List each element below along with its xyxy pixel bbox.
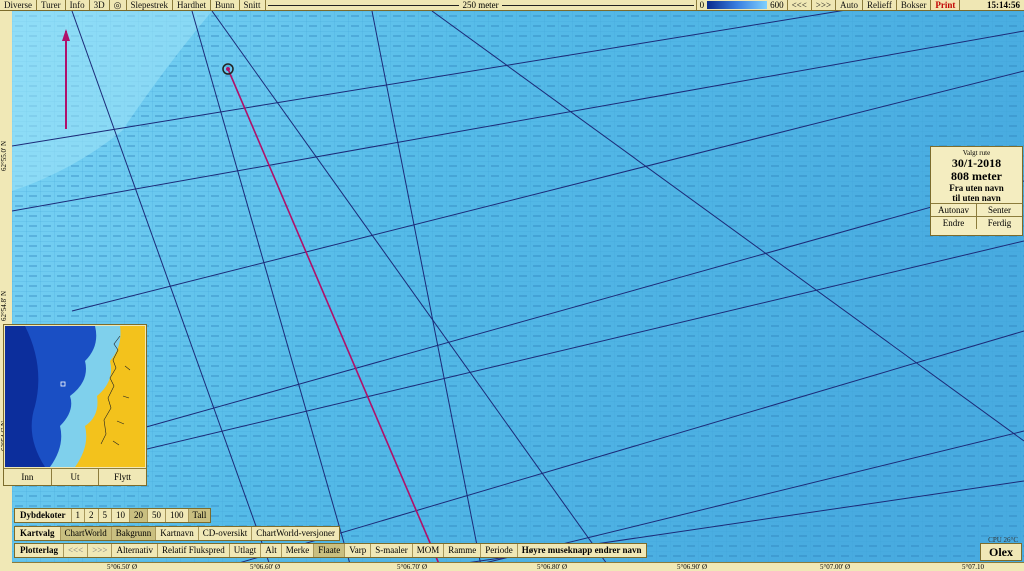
chartworld-button[interactable]: ChartWorld: [59, 527, 111, 540]
endre-button[interactable]: Endre: [931, 217, 977, 229]
chartworld-versions-button[interactable]: ChartWorld-versjoner: [251, 527, 339, 540]
auto-button[interactable]: Auto: [836, 0, 864, 10]
plotter-layer-panel: Plotterlag <<< >>> Alternativ Relatif Fl…: [14, 543, 647, 558]
contour-option[interactable]: 20: [129, 509, 147, 522]
nav-forward-button[interactable]: >>>: [812, 0, 837, 10]
depth-contours-label: Dybdekoter: [20, 510, 66, 520]
depth-scale[interactable]: 0 600: [697, 0, 788, 10]
plotter-prev-button[interactable]: <<<: [62, 544, 87, 557]
menu-turer[interactable]: Turer: [37, 0, 66, 10]
route-info-panel: Valgt rute 30/1-2018 808 meter Fra uten …: [930, 146, 1023, 236]
chart-select-label: Kartvalg: [20, 528, 55, 538]
contour-option[interactable]: 50: [147, 509, 165, 522]
route-distance: 808 meter: [951, 169, 1002, 183]
chart-canvas[interactable]: [12, 11, 1024, 571]
print-button[interactable]: Print: [931, 0, 961, 10]
tool-snitt[interactable]: Snitt: [240, 0, 266, 10]
layer-periode[interactable]: Periode: [480, 544, 517, 557]
olex-logo[interactable]: Olex: [980, 543, 1022, 561]
scale-line: [267, 4, 460, 6]
chart-select-panel: Kartvalg ChartWorld Bakgrunn Kartnavn CD…: [14, 526, 341, 541]
route-button-row: Autonav Senter: [931, 203, 1022, 216]
zoom-out-button[interactable]: Ut: [52, 469, 100, 485]
layer-relatif[interactable]: Relatif Flukspred: [156, 544, 229, 557]
contour-option[interactable]: 10: [111, 509, 129, 522]
layer-utlagt[interactable]: Utlagt: [228, 544, 261, 557]
longitude-label: 5°06.60' Ø: [250, 563, 281, 571]
scale-bar: 250 meter: [266, 0, 697, 10]
rename-hint: Høyre museknapp endrer navn: [516, 544, 646, 557]
chart-map[interactable]: [12, 11, 1024, 571]
scale-label: 250 meter: [462, 0, 499, 10]
layer-alternativ[interactable]: Alternativ: [111, 544, 157, 557]
longitude-label: 5°07.00' Ø: [820, 563, 851, 571]
contour-option[interactable]: Tall: [187, 509, 211, 522]
latitude-label: 62°55.0' N: [0, 140, 8, 172]
scale-line: [501, 4, 694, 6]
clock: 15:14:56: [987, 0, 1020, 10]
top-toolbar: Diverse Turer Info 3D ◎ Slepestrek Hardh…: [0, 0, 1024, 11]
nav-back-button[interactable]: <<<: [788, 0, 812, 10]
plotter-layer-label: Plotterlag: [20, 545, 58, 555]
layer-alt[interactable]: Alt: [260, 544, 281, 557]
route-to: til uten navn: [952, 193, 1001, 203]
depth-min: 0: [699, 0, 705, 10]
waypoint-dot: [226, 67, 230, 71]
depth-gradient: [707, 1, 768, 9]
minimap-image[interactable]: [5, 326, 145, 467]
route-from: Fra uten navn: [949, 183, 1004, 193]
route-button-row: Endre Ferdig: [931, 216, 1022, 229]
longitude-label: 5°06.90' Ø: [677, 563, 708, 571]
overview-minimap: Inn Ut Flytt: [3, 324, 147, 486]
longitude-ruler: 5°06.50' Ø 5°06.60' Ø 5°06.70' Ø 5°06.80…: [12, 562, 1024, 571]
tool-slepestrek[interactable]: Slepestrek: [127, 0, 174, 10]
bokser-button[interactable]: Bokser: [897, 0, 932, 10]
contour-option[interactable]: 5: [97, 509, 112, 522]
senter-button[interactable]: Senter: [977, 204, 1022, 216]
menu-info[interactable]: Info: [66, 0, 90, 10]
contour-option[interactable]: 2: [84, 509, 98, 522]
minimap-buttons: Inn Ut Flytt: [4, 468, 146, 485]
target-icon[interactable]: ◎: [110, 0, 127, 10]
layer-ramme[interactable]: Ramme: [443, 544, 480, 557]
layer-s-maaler[interactable]: S-maaler: [370, 544, 411, 557]
longitude-label: 5°07.10: [962, 563, 985, 571]
contour-option[interactable]: 100: [165, 509, 188, 522]
longitude-label: 5°06.80' Ø: [537, 563, 568, 571]
layer-flaate[interactable]: Flaate: [313, 544, 345, 557]
bakgrunn-button[interactable]: Bakgrunn: [110, 527, 156, 540]
plotter-next-button[interactable]: >>>: [87, 544, 111, 557]
cd-oversikt-button[interactable]: CD-oversikt: [197, 527, 252, 540]
kartnavn-button[interactable]: Kartnavn: [155, 527, 198, 540]
move-button[interactable]: Flytt: [99, 469, 146, 485]
contour-option[interactable]: 1: [70, 509, 85, 522]
ferdig-button[interactable]: Ferdig: [977, 217, 1022, 229]
autonav-button[interactable]: Autonav: [931, 204, 977, 216]
longitude-label: 5°06.70' Ø: [397, 563, 428, 571]
zoom-in-button[interactable]: Inn: [4, 469, 52, 485]
depth-contours-panel: Dybdekoter 1 2 5 10 20 50 100 Tall: [14, 508, 212, 523]
layer-mom[interactable]: MOM: [411, 544, 444, 557]
tool-hardhet[interactable]: Hardhet: [173, 0, 212, 10]
tool-bunn[interactable]: Bunn: [211, 0, 240, 10]
layer-varp[interactable]: Varp: [344, 544, 370, 557]
longitude-label: 5°06.50' Ø: [107, 563, 138, 571]
relieff-button[interactable]: Relieff: [863, 0, 897, 10]
layer-merke[interactable]: Merke: [280, 544, 314, 557]
menu-3d[interactable]: 3D: [90, 0, 110, 10]
menu-diverse[interactable]: Diverse: [0, 0, 37, 10]
depth-max: 600: [770, 0, 784, 10]
